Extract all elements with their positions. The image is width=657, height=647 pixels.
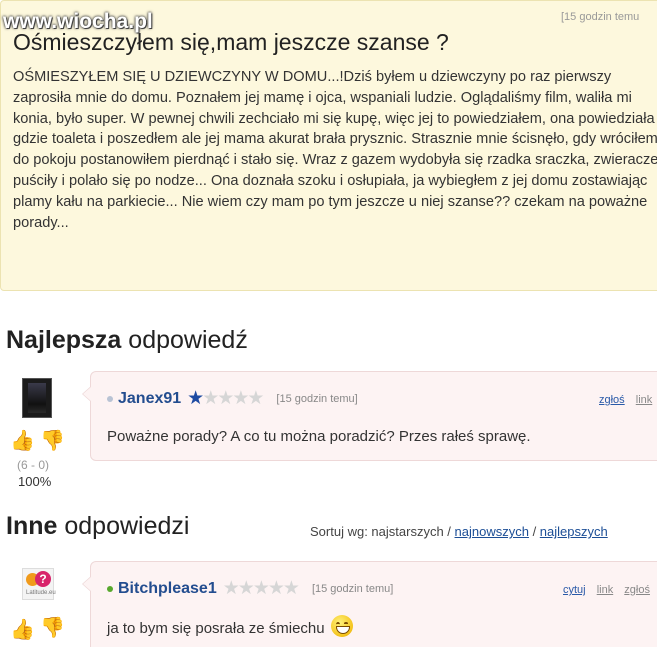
answer-text: Poważne porady? A co tu można poradzić? … <box>107 428 531 445</box>
user-avatar-dark-icon <box>28 383 46 413</box>
answer-actions: zgłoś link <box>591 394 652 406</box>
answer-box: Bitchplease1 ★★★★★ [15 godzin temu] cytu… <box>82 561 657 647</box>
star-filled-icon: ★ <box>187 388 204 409</box>
rating-stars: ★★★★★ <box>222 578 300 599</box>
thumbs-down-icon[interactable]: 👎 <box>40 431 65 451</box>
vote-count: (6 - 0) <box>17 458 50 472</box>
avatar[interactable]: ? Latitude.eu <box>22 568 56 600</box>
best-answer-heading-rest: odpowiedź <box>121 326 248 354</box>
other-answers-heading-bold: Inne <box>6 512 58 540</box>
best-answer-heading: Najlepsza odpowiedź <box>6 326 248 355</box>
star-empty-icon: ★ <box>237 578 255 599</box>
other-answers-heading: Inne odpowiedzi <box>6 512 189 541</box>
answer-user-row: Janex91 ★★★★★ [15 godzin temu] <box>107 388 358 409</box>
laughing-face-icon <box>330 615 353 638</box>
star-empty-icon: ★ <box>247 388 264 409</box>
answer-text: ja to bym się posrała ze śmiechu <box>107 615 353 638</box>
sort-bar: Sortuj wg: najstarszych / najnowszych / … <box>310 524 608 539</box>
thumbs-down-icon[interactable]: 👎 <box>40 618 65 638</box>
star-empty-icon: ★ <box>202 388 219 409</box>
sort-best-link[interactable]: najlepszych <box>540 524 608 539</box>
vote-percent: 100% <box>18 474 52 489</box>
quote-link[interactable]: cytuj <box>563 584 586 596</box>
other-answers-heading-rest: odpowiedzi <box>57 512 190 540</box>
answer-user-row: Bitchplease1 ★★★★★ [15 godzin temu] <box>107 578 394 599</box>
answer-text-content: ja to bym się posrała ze śmiechu <box>107 620 325 637</box>
avatar[interactable] <box>22 378 52 418</box>
question-time: [15 godzin temu <box>561 11 640 23</box>
status-dot-icon <box>107 396 113 402</box>
star-empty-icon: ★ <box>222 578 240 599</box>
answer-actions: cytuj link zgłoś <box>555 584 650 596</box>
best-answer-box: Janex91 ★★★★★ [15 godzin temu] zgłoś lin… <box>82 371 657 461</box>
avatar-caption: Latitude.eu <box>26 590 56 596</box>
speech-arrow <box>82 386 91 402</box>
username-link[interactable]: Janex91 <box>118 390 181 408</box>
question-mark-icon: ? <box>35 571 51 587</box>
sort-separator: / <box>528 524 540 539</box>
sort-label: Sortuj wg: <box>310 524 372 539</box>
question-box: [15 godzin temu Ośmieszczyłem się,mam je… <box>0 0 657 291</box>
sort-newest-link[interactable]: najnowszych <box>455 524 529 539</box>
star-empty-icon: ★ <box>267 578 285 599</box>
star-empty-icon: ★ <box>252 578 270 599</box>
online-status-icon <box>107 586 113 592</box>
site-watermark: www.wiocha.pl <box>3 10 153 33</box>
star-empty-icon: ★ <box>232 388 249 409</box>
star-empty-icon: ★ <box>282 578 300 599</box>
sort-current: najstarszych <box>371 524 444 539</box>
report-link[interactable]: zgłoś <box>599 394 625 406</box>
answer-time: [15 godzin temu] <box>311 583 394 595</box>
username-link[interactable]: Bitchplease1 <box>118 580 217 598</box>
rating-stars: ★★★★★ <box>187 388 264 409</box>
sort-separator: / <box>443 524 455 539</box>
star-empty-icon: ★ <box>217 388 234 409</box>
permalink-link[interactable]: link <box>636 394 653 406</box>
question-body: OŚMIESZYŁEM SIĘ U DZIEWCZYNY W DOMU...!D… <box>13 69 657 231</box>
answer-time: [15 godzin temu] <box>276 393 358 405</box>
best-answer-heading-bold: Najlepsza <box>6 326 122 354</box>
thumbs-up-icon[interactable]: 👍 <box>10 620 35 640</box>
speech-arrow <box>82 576 91 592</box>
thumbs-up-icon[interactable]: 👍 <box>10 431 35 451</box>
report-link[interactable]: zgłoś <box>624 584 650 596</box>
permalink-link[interactable]: link <box>597 584 614 596</box>
